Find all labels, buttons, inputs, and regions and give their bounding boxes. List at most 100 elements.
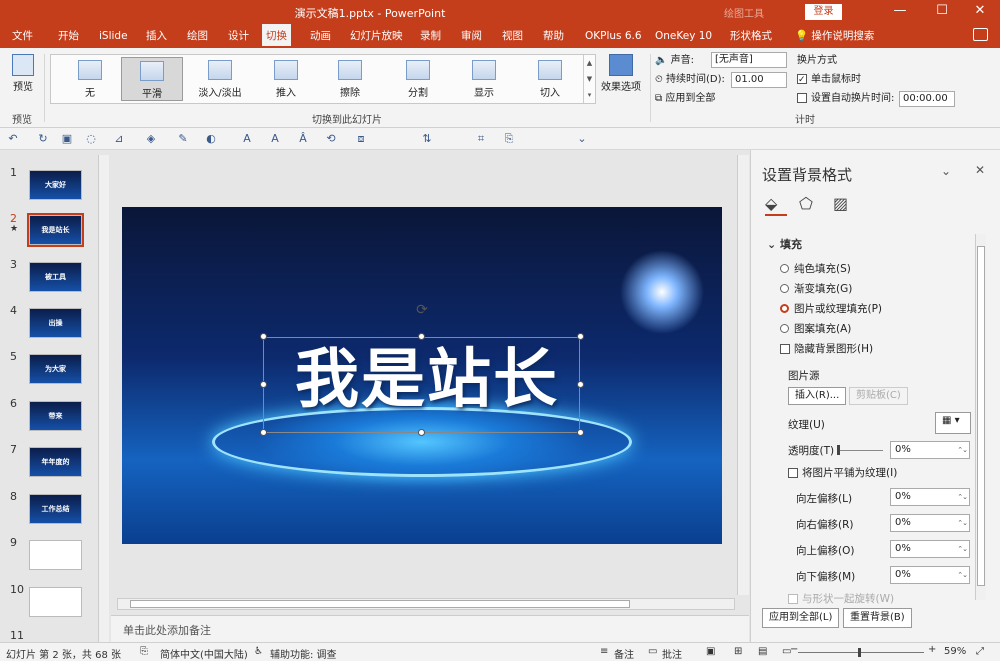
slide-thumbnail[interactable] [29, 540, 82, 570]
canvas-horizontal-scrollbar[interactable] [117, 598, 735, 610]
slide-thumbnail[interactable]: 带来 [29, 401, 82, 431]
on-click-checkbox[interactable] [797, 72, 807, 89]
tab-review[interactable]: 审阅 [457, 24, 486, 48]
auto-advance-checkbox[interactable] [797, 93, 807, 103]
transparency-input[interactable]: 0% [890, 441, 970, 459]
restore-button[interactable]: ☐ [922, 0, 962, 24]
duration-input[interactable]: 01.00 [731, 72, 787, 88]
transition-none[interactable]: 无 [59, 57, 121, 101]
resize-handle[interactable] [418, 333, 425, 340]
undo-icon[interactable]: ↶ [6, 132, 20, 146]
tab-slideshow[interactable]: 幻灯片放映 [346, 24, 407, 48]
transition-split[interactable]: 分割 [387, 57, 449, 101]
help-search[interactable]: 💡 操作说明搜索 [795, 24, 874, 48]
redo-icon[interactable]: ↻ [36, 132, 50, 146]
hide-background-checkbox[interactable] [780, 344, 790, 354]
resize-handle[interactable] [418, 429, 425, 436]
tab-help[interactable]: 帮助 [539, 24, 568, 48]
tab-islide[interactable]: iSlide [95, 24, 132, 48]
apply-to-all-button[interactable]: 应用到全部(L) [762, 608, 840, 628]
notes-area[interactable]: 单击此处添加备注 [111, 615, 749, 642]
pattern-fill-option[interactable]: 图案填充(A) [780, 321, 851, 336]
effects-tab-icon[interactable]: ⬠ [799, 194, 821, 216]
zoom-out-icon[interactable]: − [790, 644, 798, 655]
on-click-option[interactable]: 单击鼠标时 [797, 71, 894, 90]
insert-picture-button[interactable]: 插入(R)... [788, 387, 847, 405]
tab-view[interactable]: 视图 [498, 24, 527, 48]
slide-thumbnail[interactable]: 工作总结 [29, 494, 82, 524]
resize-handle[interactable] [577, 381, 584, 388]
zoom-level[interactable]: 59% [944, 646, 966, 657]
sorter-view-icon[interactable]: ⊞ [734, 646, 742, 657]
tab-animations[interactable]: 动画 [306, 24, 335, 48]
notes-toggle[interactable]: 备注 [614, 646, 634, 661]
preview-button[interactable]: 预览 [8, 54, 38, 93]
clipboard-button[interactable]: 剪贴板(C) [849, 387, 908, 405]
slide-thumbnail[interactable]: 出操 [29, 308, 82, 338]
zoom-in-icon[interactable]: + [928, 644, 936, 655]
pane-options-icon[interactable]: ⌄ [941, 164, 951, 178]
tab-shape-format[interactable]: 形状格式 [726, 24, 776, 48]
minimize-button[interactable]: — [880, 0, 920, 24]
resize-handle[interactable] [577, 429, 584, 436]
align-icon[interactable]: ⊿ [112, 132, 126, 146]
picture-tab-icon[interactable]: ▨ [833, 194, 855, 216]
transparency-slider[interactable] [838, 450, 883, 451]
rotate-icon[interactable]: ⟲ [324, 132, 338, 146]
auto-advance-input[interactable]: 00:00.00 [899, 91, 955, 107]
rotate-handle-icon[interactable]: ⟳ [414, 302, 430, 318]
slide-thumbnail[interactable]: 被工具 [29, 262, 82, 292]
spellcheck-icon[interactable]: ⎘ [140, 646, 148, 657]
effects-icon[interactable]: ◐ [204, 132, 218, 146]
tab-record[interactable]: 录制 [416, 24, 445, 48]
solid-fill-option[interactable]: 纯色填充(S) [780, 261, 851, 276]
texture-dropdown[interactable]: ▦ ▾ [935, 412, 971, 434]
scroll-thumb[interactable] [130, 600, 630, 608]
hide-background-option[interactable]: 隐藏背景图形(H) [780, 341, 873, 356]
selection-box[interactable] [263, 337, 580, 433]
fill-icon[interactable]: ◈ [144, 132, 158, 146]
zoom-slider[interactable] [798, 652, 924, 653]
gradient-fill-option[interactable]: 渐变填充(G) [780, 281, 852, 296]
slide-thumbnail-current[interactable]: 我是站长 [27, 213, 84, 247]
transition-cut[interactable]: 切入 [519, 57, 581, 101]
arrange-icon[interactable]: ⇅ [420, 132, 434, 146]
comments-toggle[interactable]: 批注 [662, 646, 682, 661]
format-painter-icon[interactable]: ⎘ [502, 132, 516, 146]
slide-thumbnail[interactable]: 大家好 [29, 170, 82, 200]
font-color-icon[interactable]: A [268, 132, 282, 146]
pane-close-icon[interactable]: ✕ [975, 163, 985, 177]
gallery-scroll[interactable]: ▲ ▼ ▾ [583, 55, 595, 103]
accessibility-status[interactable]: 辅助功能: 调查 [270, 646, 337, 661]
tile-checkbox[interactable] [788, 468, 798, 478]
shape-icon[interactable]: ◌ [84, 132, 98, 146]
tab-design[interactable]: 设计 [224, 24, 253, 48]
auto-advance-option[interactable]: 设置自动换片时间: 00:00.00 [797, 90, 955, 109]
comment-icon[interactable] [973, 28, 988, 41]
transition-morph[interactable]: 平滑 [121, 57, 183, 101]
offset-top-input[interactable]: 0% [890, 540, 970, 558]
apply-all-row[interactable]: ⧉ 应用到全部 [655, 90, 725, 109]
tile-option[interactable]: 将图片平铺为纹理(I) [788, 465, 897, 480]
offset-bottom-input[interactable]: 0% [890, 566, 970, 584]
resize-handle[interactable] [260, 429, 267, 436]
transition-reveal[interactable]: 显示 [453, 57, 515, 101]
slide-thumbnail[interactable]: 为大家 [29, 354, 82, 384]
resize-handle[interactable] [577, 333, 584, 340]
group-icon[interactable]: ⧈ [354, 132, 368, 146]
offset-left-input[interactable]: 0% [890, 488, 970, 506]
wordart-icon[interactable]: Â [296, 132, 310, 146]
close-button[interactable]: ✕ [960, 0, 1000, 24]
crop-icon[interactable]: ⌗ [474, 132, 488, 146]
resize-handle[interactable] [260, 333, 267, 340]
transition-fade[interactable]: 淡入/淡出 [189, 57, 251, 101]
picture-fill-option[interactable]: 图片或纹理填充(P) [780, 301, 882, 316]
fill-tab-icon[interactable]: ⬙ [765, 194, 787, 216]
more-icon[interactable]: ⌄ [575, 132, 589, 146]
transition-wipe[interactable]: 擦除 [319, 57, 381, 101]
sound-select[interactable]: [无声音] [711, 52, 787, 68]
outline-icon[interactable]: ✎ [176, 132, 190, 146]
effect-options-button[interactable]: 效果选项 [598, 54, 644, 93]
reading-view-icon[interactable]: ▤ [758, 646, 767, 657]
pane-scroll-thumb[interactable] [977, 246, 985, 586]
